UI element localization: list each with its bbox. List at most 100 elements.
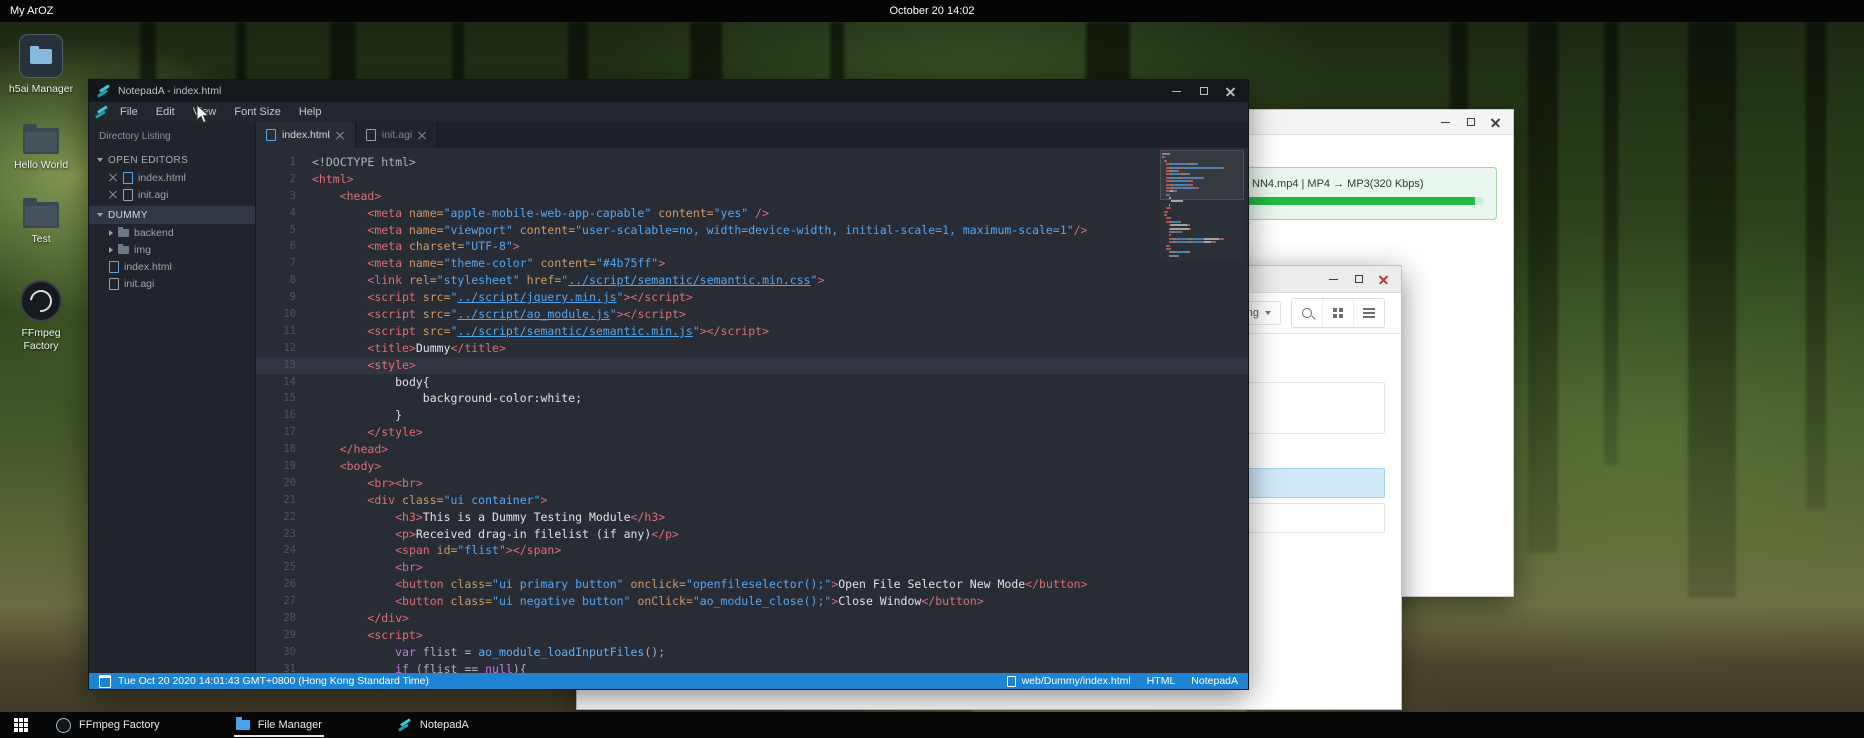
- code-line-text: <br><br>: [312, 475, 423, 492]
- code-line-text: <body>: [312, 458, 381, 475]
- code-line-text: </div>: [312, 610, 409, 627]
- minimap-line: [1162, 255, 1242, 257]
- taskbar-item-label: FFmpeg Factory: [79, 719, 160, 731]
- taskbar-item-notepada[interactable]: NotepadA: [392, 712, 475, 738]
- status-bar: Tue Oct 20 2020 14:01:43 GMT+0800 (Hong …: [89, 673, 1248, 689]
- code-line: 6 <meta charset="UTF-8">: [256, 238, 1248, 255]
- taskbar-item-ffmpeg-factory[interactable]: FFmpeg Factory: [50, 712, 166, 738]
- tree-item-init-agi[interactable]: init.agi: [89, 186, 255, 203]
- line-number: 3: [256, 188, 312, 205]
- code-editor[interactable]: 1<!DOCTYPE html>2<html>3 <head>4 <meta n…: [256, 148, 1248, 673]
- menu-file[interactable]: File: [111, 104, 147, 120]
- maximize-icon[interactable]: [1198, 86, 1209, 97]
- file-icon: [109, 278, 119, 290]
- tree-section-dummy[interactable]: DUMMY: [89, 206, 255, 224]
- menu-edit[interactable]: Edit: [147, 104, 184, 120]
- code-line-text: <button class="ui negative button" onCli…: [312, 593, 984, 610]
- view-button-group: [1291, 298, 1385, 328]
- line-number: 19: [256, 458, 312, 475]
- code-line-text: <script>: [312, 627, 423, 644]
- tree-item-init-agi[interactable]: init.agi: [89, 275, 255, 292]
- minimize-icon[interactable]: [1171, 86, 1182, 97]
- menu-help[interactable]: Help: [290, 104, 331, 120]
- close-tab-icon[interactable]: [336, 131, 345, 140]
- maximize-icon[interactable]: [1465, 117, 1476, 128]
- close-editor-icon[interactable]: [109, 173, 118, 182]
- conversion-job-label: NN4.mp4 | MP4 → MP3(320 Kbps): [1252, 178, 1484, 190]
- search-button[interactable]: [1292, 299, 1322, 327]
- close-icon[interactable]: [1225, 86, 1236, 97]
- tree-section-open-editors[interactable]: OPEN EDITORS: [89, 151, 255, 169]
- menu-view[interactable]: View: [184, 104, 226, 120]
- line-number: 11: [256, 323, 312, 340]
- tree-item-img[interactable]: img: [89, 241, 255, 258]
- desktop-icon-ffmpeg-factory[interactable]: FFmpeg Factory: [6, 280, 76, 353]
- status-datetime: Tue Oct 20 2020 14:01:43 GMT+0800 (Hong …: [99, 675, 429, 688]
- minimap-line: [1162, 251, 1242, 253]
- minimap-line: [1162, 245, 1242, 247]
- file-tree-sidebar: Directory Listing OPEN EDITORSindex.html…: [89, 122, 256, 673]
- taskbar-item-file-manager[interactable]: File Manager: [230, 712, 328, 738]
- line-number: 7: [256, 255, 312, 272]
- close-tab-icon[interactable]: [418, 131, 427, 140]
- line-number: 24: [256, 542, 312, 559]
- app-circle-icon: [20, 280, 62, 322]
- code-line: 5 <meta name="viewport" content="user-sc…: [256, 222, 1248, 239]
- status-app-name[interactable]: NotepadA: [1191, 675, 1238, 687]
- tree-item-index-html[interactable]: index.html: [89, 169, 255, 186]
- clock: October 20 14:02: [0, 5, 1864, 17]
- list-view-button[interactable]: [1353, 299, 1384, 327]
- close-icon[interactable]: [1490, 117, 1501, 128]
- sidebar-tree: OPEN EDITORSindex.htmlinit.agiDUMMYbacke…: [89, 151, 255, 292]
- line-number: 10: [256, 306, 312, 323]
- code-line-text: <script src="../script/semantic/semantic…: [312, 323, 769, 340]
- code-line-text: <p>Received drag-in filelist (if any)</p…: [312, 526, 679, 543]
- tree-item-backend[interactable]: backend: [89, 224, 255, 241]
- grid-view-button[interactable]: [1322, 299, 1353, 327]
- minimize-icon[interactable]: [1328, 274, 1339, 285]
- line-number: 28: [256, 610, 312, 627]
- folder-icon: [118, 229, 129, 237]
- desktop-icon-hello-world[interactable]: Hello World: [6, 128, 76, 172]
- minimize-icon[interactable]: [1440, 117, 1451, 128]
- minimap-line: [1162, 238, 1242, 240]
- tab-init-agi[interactable]: init.agi: [356, 122, 438, 148]
- minimap-line: [1162, 204, 1242, 206]
- tree-item-label: init.agi: [138, 189, 168, 201]
- code-line-text: if (flist == null){: [312, 661, 527, 673]
- desktop-icon-test[interactable]: Test: [6, 202, 76, 246]
- status-file-path[interactable]: web/Dummy/index.html: [1007, 675, 1131, 687]
- code-line: 31 if (flist == null){: [256, 661, 1248, 673]
- desktop-icon-label: FFmpeg Factory: [6, 327, 76, 353]
- maximize-icon[interactable]: [1353, 274, 1364, 285]
- code-line-text: <html>: [312, 171, 354, 188]
- chevron-down-icon: [1265, 311, 1271, 315]
- tree-item-index-html[interactable]: index.html: [89, 258, 255, 275]
- menu-font-size[interactable]: Font Size: [225, 104, 289, 120]
- line-number: 9: [256, 289, 312, 306]
- notepada-main: Directory Listing OPEN EDITORSindex.html…: [89, 122, 1248, 673]
- desktop-icon-h5ai-manager[interactable]: h5ai Manager: [6, 34, 76, 96]
- top-bar: October 20 14:02 My ArOZ: [0, 0, 1864, 22]
- code-line: 29 <script>: [256, 627, 1248, 644]
- minimap[interactable]: [1160, 150, 1244, 261]
- taskbar: FFmpeg Factory File Manager NotepadA: [0, 712, 1864, 738]
- notepada-titlebar[interactable]: NotepadA - index.html: [89, 80, 1248, 102]
- code-line-text: <head>: [312, 188, 381, 205]
- start-menu-button[interactable]: [8, 712, 34, 738]
- line-number: 5: [256, 222, 312, 239]
- close-editor-icon[interactable]: [109, 190, 118, 199]
- close-icon[interactable]: [1378, 274, 1389, 285]
- code-line: 11 <script src="../script/semantic/seman…: [256, 323, 1248, 340]
- code-line: 2<html>: [256, 171, 1248, 188]
- sidebar-header: Directory Listing: [89, 122, 255, 148]
- app-tile-folder-icon: [19, 34, 63, 78]
- code-line: 9 <script src="../script/jquery.min.js">…: [256, 289, 1248, 306]
- status-language[interactable]: HTML: [1147, 675, 1176, 687]
- code-line: 13 <style>: [256, 357, 1248, 374]
- line-number: 17: [256, 424, 312, 441]
- tab-index-html[interactable]: index.html: [256, 122, 356, 148]
- code-line-text: <div class="ui container">: [312, 492, 547, 509]
- tree-trunk: [1604, 22, 1618, 465]
- line-number: 2: [256, 171, 312, 188]
